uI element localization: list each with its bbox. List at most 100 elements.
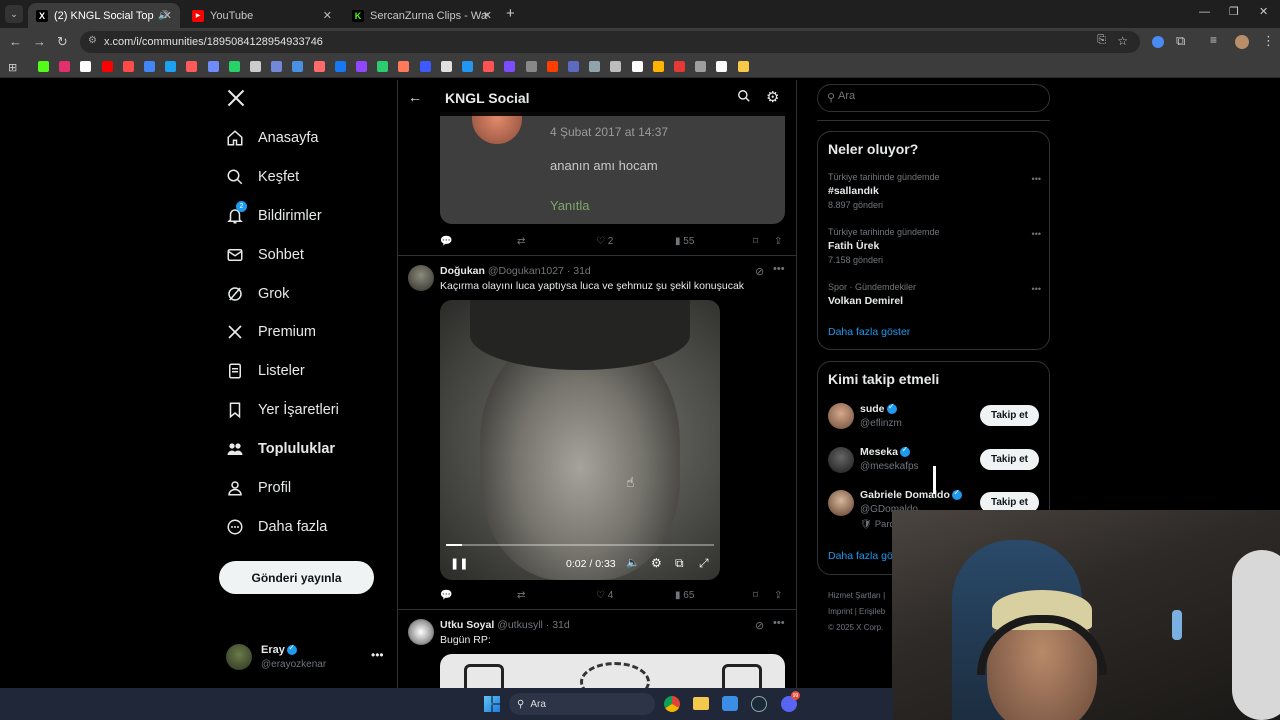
back-arrow-icon[interactable]: ← <box>408 89 422 105</box>
sidebar-item-premium[interactable]: Premium <box>226 317 316 347</box>
bookmark-shortcut-icon[interactable] <box>228 61 240 72</box>
bookmark-shortcut-icon[interactable] <box>546 61 558 72</box>
back-icon[interactable]: ← <box>9 34 22 49</box>
bookmark-shortcut-icon[interactable] <box>695 61 707 72</box>
suggested-user-name[interactable]: sude <box>860 403 885 415</box>
avatar[interactable] <box>828 447 854 473</box>
close-window-button[interactable]: ✕ <box>1259 5 1268 18</box>
bookmark-shortcut-icon[interactable] <box>165 61 177 72</box>
bookmark-shortcut-icon[interactable] <box>525 61 537 72</box>
bookmark-shortcut-icon[interactable] <box>737 61 749 72</box>
bookmark-shortcut-icon[interactable] <box>377 61 389 72</box>
grok-post-icon[interactable]: ⊘ <box>755 619 764 632</box>
share-icon[interactable]: ⇪ <box>774 236 782 247</box>
bookmark-shortcut-icon[interactable] <box>652 61 664 72</box>
fullscreen-icon[interactable]: ⤢ <box>699 556 709 571</box>
like-icon[interactable]: ♡ 4 <box>596 590 613 601</box>
bookmark-shortcut-icon[interactable] <box>271 61 283 72</box>
video-progress-track[interactable] <box>446 544 714 546</box>
bookmark-star-icon[interactable]: ☆ <box>1117 34 1128 48</box>
bookmark-shortcut-icon[interactable] <box>186 61 198 72</box>
follow-button[interactable]: Takip et <box>980 449 1039 470</box>
show-more-link[interactable]: Daha fazla gös <box>828 550 898 562</box>
close-tab-icon[interactable]: ✕ <box>163 9 172 22</box>
bookmark-shortcut-icon[interactable] <box>356 61 367 72</box>
folder-taskbar-icon[interactable] <box>693 697 709 710</box>
post-button[interactable]: Gönderi yayınla <box>219 561 374 594</box>
show-more-link[interactable]: Daha fazla göster <box>828 326 910 338</box>
trend-item[interactable]: Spor · Gündemdekiler Volkan Demirel ••• <box>828 282 1041 312</box>
bookmark-shortcut-icon[interactable] <box>610 61 622 72</box>
sidebar-item-explore[interactable]: Keşfet <box>226 162 299 192</box>
picture-in-picture-icon[interactable]: ⧉ <box>675 556 684 571</box>
sidebar-item-profile[interactable]: Profil <box>226 473 291 503</box>
gear-icon[interactable]: ⚙ <box>766 88 779 106</box>
bookmark-shortcut-icon[interactable] <box>483 61 495 72</box>
browser-menu-icon[interactable]: ⋮ <box>1262 33 1275 49</box>
bookmark-shortcut-icon[interactable] <box>589 61 601 72</box>
sidebar-item-home[interactable]: Anasayfa <box>226 123 318 153</box>
bookmark-icon[interactable]: ⌑ <box>753 236 758 247</box>
reply-icon[interactable]: 💬 <box>440 590 452 601</box>
suggested-user-name[interactable]: Gabriele Domaldo <box>860 489 950 501</box>
post-image[interactable]: 4 Şubat 2017 at 14:37 ananın amı hocam Y… <box>440 112 785 224</box>
taskbar-search[interactable]: ⚲ Ara <box>509 693 655 715</box>
settings-icon[interactable]: ⚙ <box>651 556 662 570</box>
windows-start-icon[interactable] <box>484 696 500 712</box>
sidebar-item-lists[interactable]: Listeler <box>226 356 305 386</box>
bookmark-shortcut-icon[interactable] <box>674 61 685 72</box>
suggested-user-name[interactable]: Meseka <box>860 446 898 458</box>
account-switcher[interactable]: Eray @erayozkenar ••• <box>226 642 386 674</box>
more-dots-icon[interactable]: ••• <box>1032 229 1041 239</box>
media-control-icon[interactable]: ≡ <box>1210 33 1217 47</box>
avatar[interactable] <box>408 265 434 291</box>
more-dots-icon[interactable]: ••• <box>1032 174 1041 184</box>
bookmark-shortcut-icon[interactable] <box>250 61 261 72</box>
search-box[interactable]: ⚲ <box>817 84 1050 112</box>
x-logo-icon[interactable] <box>226 88 246 113</box>
views-icon[interactable]: ▮ 55 <box>675 236 694 247</box>
maximize-button[interactable]: ❐ <box>1229 5 1239 18</box>
more-dots-icon[interactable]: ••• <box>1032 284 1041 294</box>
forward-icon[interactable]: → <box>33 34 46 49</box>
sidebar-item-notifications[interactable]: Bildirimler 2 <box>226 201 322 231</box>
bookmark-shortcut-icon[interactable] <box>292 61 304 72</box>
pause-icon[interactable]: ❚❚ <box>450 557 468 570</box>
sidebar-item-more[interactable]: Daha fazla <box>226 512 327 542</box>
profile-extension-icon[interactable] <box>1152 36 1164 48</box>
close-tab-icon[interactable]: ✕ <box>323 9 332 22</box>
follow-button[interactable]: Takip et <box>980 405 1039 426</box>
bookmark-shortcut-icon[interactable] <box>144 61 155 72</box>
grok-post-icon[interactable]: ⊘ <box>755 265 764 278</box>
search-icon[interactable] <box>737 89 751 108</box>
like-icon[interactable]: ♡ 2 <box>596 236 613 247</box>
bookmark-shortcut-icon[interactable] <box>80 61 92 72</box>
sidebar-item-messages[interactable]: Sohbet <box>226 240 304 270</box>
sidebar-item-grok[interactable]: Grok <box>226 279 289 309</box>
new-tab-button[interactable]: + <box>506 5 515 22</box>
bookmark-shortcut-icon[interactable] <box>313 61 325 72</box>
video-player[interactable]: ❚❚ 0:02 / 0:33 🔈 ⚙ ⧉ ⤢ <box>440 300 720 580</box>
share-icon[interactable]: ⇪ <box>774 590 782 601</box>
repost-icon[interactable]: ⇄ <box>517 236 525 247</box>
close-tab-icon[interactable]: ✕ <box>483 9 492 22</box>
reload-icon[interactable]: ↻ <box>57 34 68 50</box>
address-bar[interactable]: ⚙ x.com/i/communities/189508412895493374… <box>80 31 1140 53</box>
tab-sercanzurna[interactable]: K SercanZurna Clips - Watch Live ✕ <box>344 3 500 28</box>
bookmark-icon[interactable]: ⌑ <box>753 590 758 601</box>
more-dots-icon[interactable]: ••• <box>773 263 785 275</box>
volume-icon[interactable]: 🔈 <box>626 556 640 569</box>
apps-grid-icon[interactable]: ⊞ <box>8 61 17 74</box>
search-input[interactable] <box>838 90 1038 102</box>
bookmark-shortcut-icon[interactable] <box>59 61 71 72</box>
site-info-icon[interactable]: ⚙ <box>88 35 97 46</box>
install-app-icon[interactable]: ⎘ <box>1097 34 1106 47</box>
steam-taskbar-icon[interactable] <box>751 696 767 712</box>
reply-icon[interactable]: 💬 <box>440 236 452 247</box>
tab-list-dropdown[interactable]: ⌄ <box>5 5 23 23</box>
repost-icon[interactable]: ⇄ <box>517 590 525 601</box>
bookmark-shortcut-icon[interactable] <box>334 61 346 72</box>
post-image[interactable] <box>440 654 785 688</box>
bookmark-shortcut-icon[interactable] <box>568 61 579 72</box>
sidebar-item-bookmarks[interactable]: Yer İşaretleri <box>226 395 339 425</box>
